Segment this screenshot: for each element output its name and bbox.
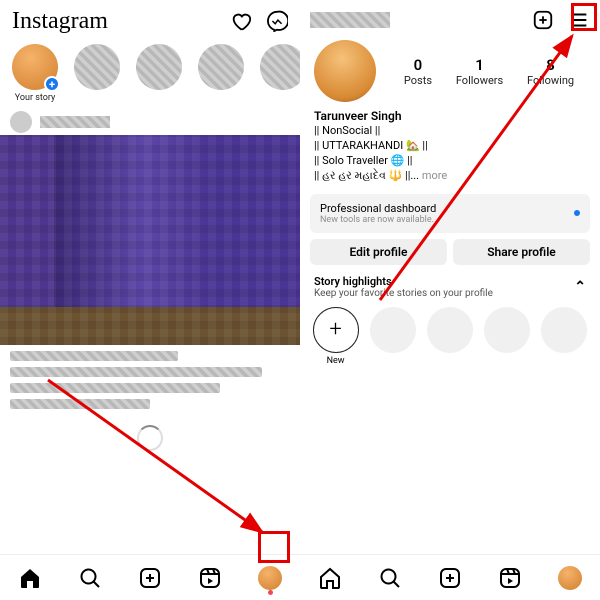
stat-posts[interactable]: 0 Posts (404, 56, 432, 87)
create-post-icon[interactable] (532, 9, 554, 31)
activity-heart-icon[interactable] (230, 10, 252, 32)
nav-search-icon[interactable] (378, 566, 402, 590)
nav-reels-icon[interactable] (498, 566, 522, 590)
stories-row[interactable]: + Your story (0, 40, 300, 109)
bottom-nav (0, 554, 300, 600)
bio-line: || હર હર મહાદેવ 🔱 ||... more (314, 169, 586, 184)
nav-profile-icon[interactable] (258, 566, 282, 590)
profile-display-name: Tarunveer Singh (314, 108, 586, 124)
share-profile-button[interactable]: Share profile (453, 239, 590, 265)
bottom-nav (300, 554, 600, 600)
messenger-icon[interactable] (266, 10, 288, 32)
bio-more-link[interactable]: more (419, 169, 447, 182)
highlights-row: + New (300, 301, 600, 372)
story-highlights-header[interactable]: Story highlights Keep your favorite stor… (300, 273, 600, 301)
nav-profile-icon[interactable] (558, 566, 582, 590)
dashboard-notification-dot-icon (574, 210, 580, 216)
bio-line: || UTTARAKHANDI 🏡 || (314, 139, 586, 154)
instagram-logo: Instagram (12, 8, 108, 35)
chevron-up-icon[interactable]: ⌃ (574, 279, 586, 295)
nav-home-icon[interactable] (318, 566, 342, 590)
story-item[interactable] (70, 44, 124, 103)
dashboard-title: Professional dashboard (320, 202, 436, 215)
post-header (0, 109, 300, 135)
followers-count: 1 (456, 56, 503, 74)
post-author-name[interactable] (40, 116, 110, 128)
edit-profile-button[interactable]: Edit profile (310, 239, 447, 265)
post-image[interactable] (0, 135, 300, 345)
profile-username[interactable] (310, 12, 390, 28)
new-highlight-label: New (327, 356, 345, 366)
professional-dashboard[interactable]: Professional dashboard New tools are now… (310, 194, 590, 233)
bio-line: || NonSocial || (314, 124, 586, 139)
nav-search-icon[interactable] (78, 566, 102, 590)
following-count: 8 (527, 56, 574, 74)
profile-screen: 0 Posts 1 Followers 8 Following Tarunvee… (300, 0, 600, 600)
profile-bio: Tarunveer Singh || NonSocial || || UTTAR… (300, 104, 600, 186)
profile-header (300, 0, 600, 38)
profile-top: 0 Posts 1 Followers 8 Following (300, 38, 600, 104)
highlights-title: Story highlights (314, 275, 493, 288)
story-item[interactable] (256, 44, 300, 103)
your-story-label: Your story (15, 93, 56, 103)
profile-picture[interactable] (314, 40, 376, 102)
posts-label: Posts (404, 74, 432, 87)
nav-create-icon[interactable] (438, 566, 462, 590)
profile-stats: 0 Posts 1 Followers 8 Following (392, 56, 586, 87)
stat-following[interactable]: 8 Following (527, 56, 574, 87)
posts-count: 0 (404, 56, 432, 74)
feed-screen: Instagram + Your story (0, 0, 300, 600)
loading-spinner-icon (137, 425, 163, 451)
plus-icon: + (313, 307, 359, 353)
nav-create-icon[interactable] (138, 566, 162, 590)
highlight-placeholder (370, 307, 416, 353)
story-item[interactable] (132, 44, 186, 103)
highlight-placeholder (484, 307, 530, 353)
nav-reels-icon[interactable] (198, 566, 222, 590)
highlight-placeholder (427, 307, 473, 353)
feed-header: Instagram (0, 0, 300, 40)
new-highlight-button[interactable]: + New (312, 307, 359, 366)
bio-line: || Solo Traveller 🌐 || (314, 154, 586, 169)
nav-home-icon[interactable] (18, 566, 42, 590)
your-story[interactable]: + Your story (8, 44, 62, 103)
following-label: Following (527, 74, 574, 87)
hamburger-menu-icon[interactable] (568, 9, 590, 31)
add-story-plus-icon[interactable]: + (44, 76, 60, 92)
followers-label: Followers (456, 74, 503, 87)
dashboard-subtitle: New tools are now available. (320, 215, 436, 225)
your-story-avatar[interactable]: + (12, 44, 58, 90)
post-caption-area (0, 345, 300, 467)
profile-action-buttons: Edit profile Share profile (300, 239, 600, 273)
story-item[interactable] (194, 44, 248, 103)
post-author-avatar[interactable] (10, 111, 32, 133)
stat-followers[interactable]: 1 Followers (456, 56, 503, 87)
highlights-subtitle: Keep your favorite stories on your profi… (314, 288, 493, 299)
highlight-placeholder (541, 307, 587, 353)
